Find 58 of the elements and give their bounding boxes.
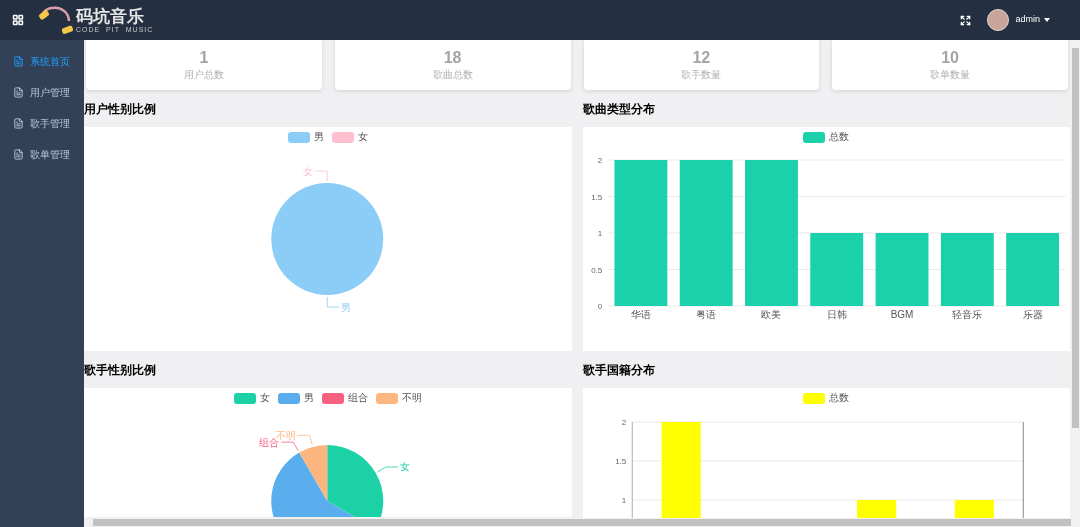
leader-line — [314, 170, 328, 182]
stat-value: 10 — [941, 50, 959, 66]
axis-tick-label: 1 — [597, 229, 602, 238]
axis-category-label: 华语 — [630, 309, 651, 320]
axis-category-label: 轻音乐 — [951, 309, 982, 320]
user-menu-button[interactable]: admin — [1015, 13, 1050, 27]
stat-value: 12 — [692, 50, 711, 66]
slice-label: 男 — [341, 301, 352, 313]
leader-line — [377, 466, 399, 473]
section-title: 歌曲类型分布 — [582, 100, 655, 118]
legend-label[interactable]: 女 — [357, 132, 368, 142]
stat-label: 歌曲总数 — [432, 70, 473, 80]
document-icon — [13, 87, 24, 98]
document-icon — [13, 118, 24, 129]
document-icon — [13, 149, 24, 160]
leader-line — [280, 441, 299, 452]
section-title: 用户性别比例 — [84, 100, 156, 118]
axis-category-label: 日韩 — [826, 309, 847, 320]
axis-tick-label: 1 — [621, 496, 626, 505]
stat-value: 1 — [199, 50, 209, 66]
fullscreen-icon[interactable] — [960, 14, 972, 26]
sidebar-item[interactable]: 歌单管理 — [0, 139, 84, 170]
slice-label: 女 — [303, 165, 314, 177]
axis-category-label: 乐器 — [1022, 309, 1043, 320]
legend-label[interactable]: 女 — [259, 393, 270, 403]
sidebar-item[interactable]: 歌手管理 — [0, 108, 84, 139]
axis-category-label: BGM — [890, 309, 913, 320]
legend-label[interactable]: 不明 — [401, 393, 422, 403]
section-title: 歌手性别比例 — [84, 361, 156, 379]
legend-label[interactable]: 总数 — [829, 393, 850, 403]
avatar[interactable] — [987, 9, 1010, 31]
stat-label: 歌单数量 — [930, 70, 971, 80]
slice-label: 女 — [400, 461, 411, 473]
leader-line — [297, 434, 313, 446]
stat-value: 18 — [443, 50, 462, 66]
axis-tick-label: 2 — [621, 418, 626, 427]
sidebar-item[interactable]: 用户管理 — [0, 77, 84, 108]
document-icon — [13, 56, 24, 67]
legend-label[interactable]: 男 — [303, 393, 314, 403]
legend-label[interactable]: 男 — [313, 132, 324, 142]
section-title: 歌手国籍分布 — [582, 361, 655, 379]
axis-tick-label: 1.5 — [614, 457, 626, 466]
legend-label[interactable]: 总数 — [829, 132, 850, 142]
logo-title: 码坑音乐 — [76, 7, 145, 25]
sidebar-item[interactable]: 系统首页 — [0, 46, 84, 77]
legend-label[interactable]: 组合 — [347, 393, 368, 403]
axis-tick-label: 2 — [597, 156, 602, 165]
axis-tick-label: 1.5 — [590, 192, 602, 202]
stat-label: 歌手数量 — [681, 70, 722, 80]
grid-menu-icon[interactable] — [12, 14, 24, 26]
axis-category-label: 欧美 — [760, 309, 781, 320]
headphones-logo-icon — [38, 3, 74, 37]
leader-line — [326, 296, 340, 308]
caret-icon — [1044, 18, 1050, 22]
stat-label: 用户总数 — [183, 70, 224, 80]
axis-tick-label: 0 — [597, 302, 602, 311]
axis-category-label: 粤语 — [695, 309, 716, 320]
axis-tick-label: 0.5 — [590, 265, 602, 275]
